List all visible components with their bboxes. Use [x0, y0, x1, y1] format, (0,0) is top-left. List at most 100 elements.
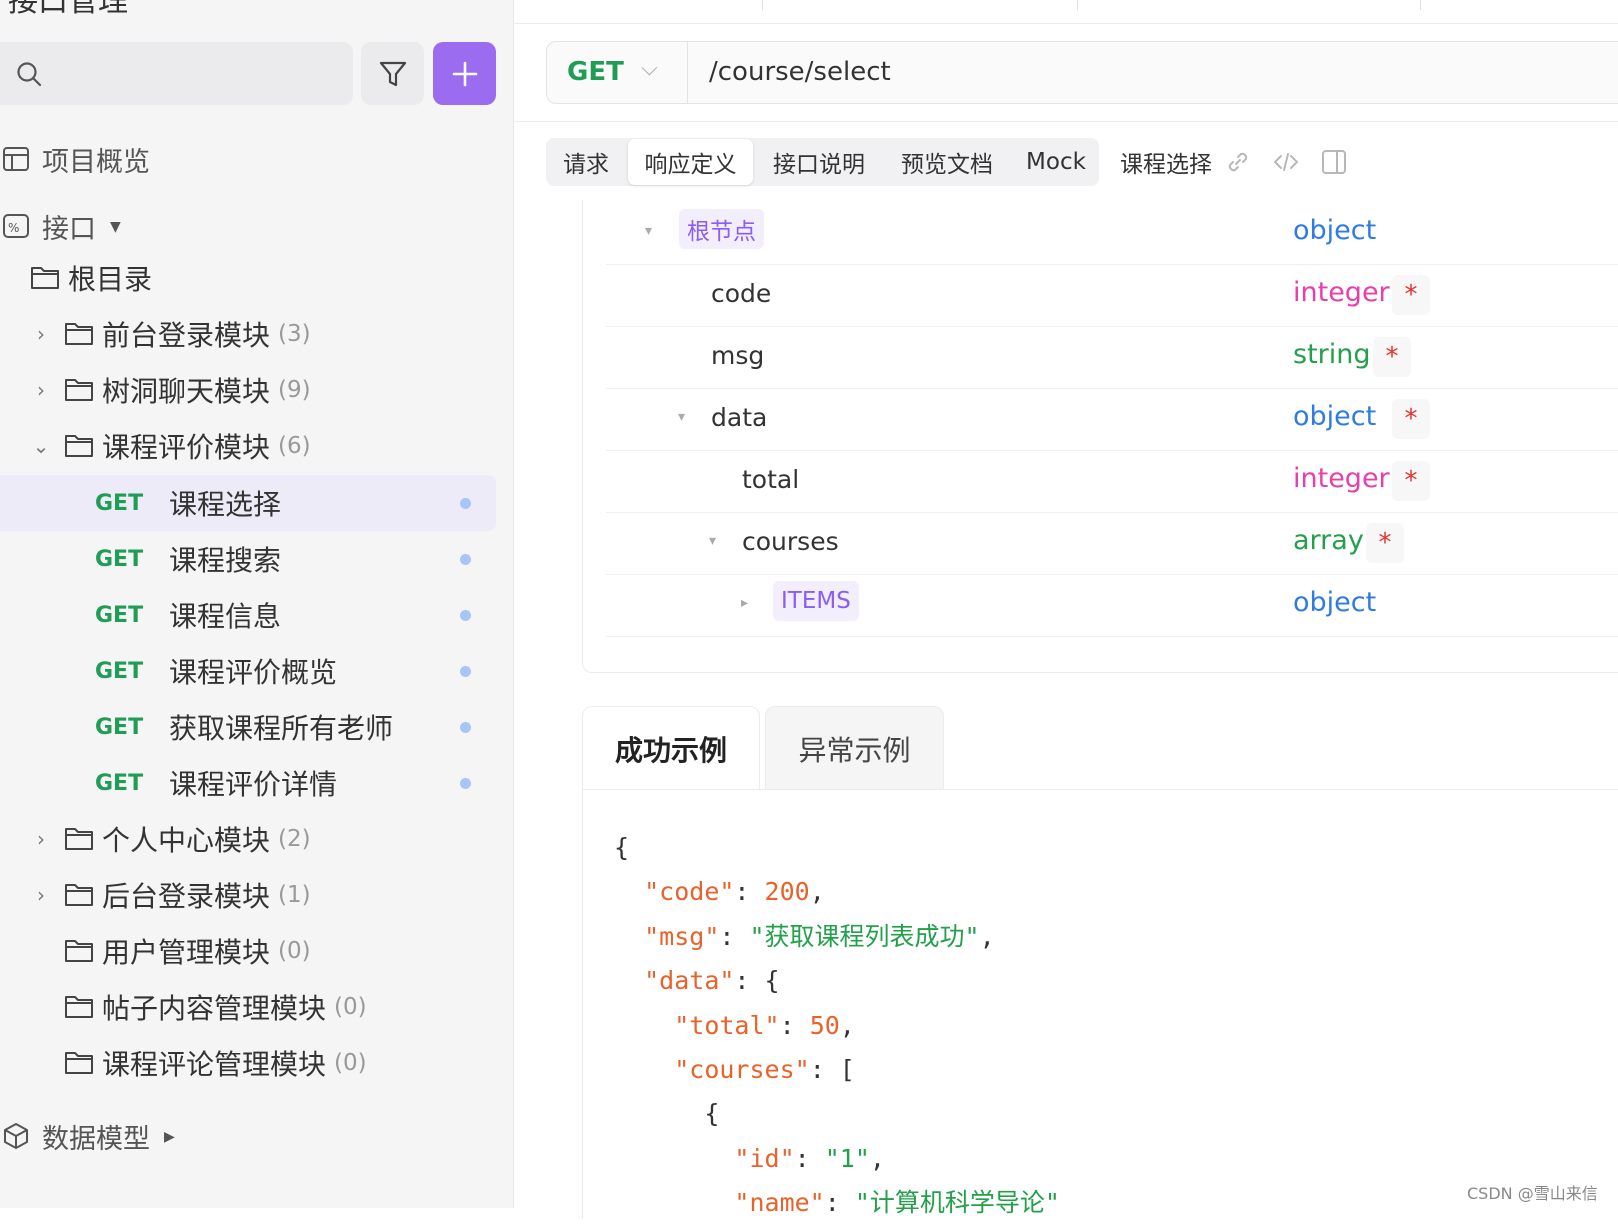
tree-folder-row[interactable]: ⌄ 课程评价模块 (6): [0, 418, 496, 474]
folder-count: (0): [278, 938, 311, 964]
chevron-right-icon[interactable]: ›: [30, 378, 52, 402]
method-select[interactable]: GET: [567, 57, 624, 87]
field-name[interactable]: code: [711, 279, 771, 308]
tree-folder-row[interactable]: ›根目录: [0, 250, 496, 306]
folder-icon: [64, 376, 96, 404]
field-type[interactable]: string: [1293, 339, 1371, 370]
api-item[interactable]: GET 课程搜索: [0, 531, 496, 587]
status-dot: [460, 666, 471, 677]
tab-separator: [762, 0, 763, 10]
tree-folder-row[interactable]: ›课程评论管理模块(0): [0, 1035, 496, 1091]
cube-icon: [2, 1122, 32, 1152]
schema-row: ▾ data object *: [606, 387, 1618, 451]
method-badge: GET: [95, 770, 144, 796]
tab-interface-description[interactable]: 接口说明: [757, 139, 881, 185]
status-dot: [460, 554, 471, 565]
required-toggle[interactable]: *: [1366, 523, 1404, 563]
chevron-right-icon[interactable]: ›: [30, 883, 52, 907]
field-name[interactable]: 根节点: [679, 209, 764, 249]
schema-row: ▸ ITEMS object: [606, 573, 1618, 637]
api-item[interactable]: GET 课程选择: [0, 475, 496, 531]
folder-label: 根目录: [68, 263, 153, 296]
link-icon[interactable]: [1224, 148, 1252, 176]
field-type[interactable]: integer: [1293, 277, 1390, 308]
folder-label: 用户管理模块: [102, 936, 271, 969]
tree-folder-row[interactable]: › 后台登录模块 (1): [0, 867, 496, 923]
method-badge: GET: [95, 658, 144, 684]
api-label: 课程评价概览: [169, 656, 338, 689]
caret-down-icon[interactable]: ▾: [709, 533, 716, 549]
tabstrip-divider: [514, 23, 1618, 24]
filter-button[interactable]: [361, 42, 424, 105]
code-icon[interactable]: [1272, 148, 1300, 176]
folder-count: (1): [278, 882, 311, 908]
required-toggle[interactable]: *: [1392, 275, 1430, 315]
schema-row: ▾ 根节点 object: [606, 201, 1618, 265]
tab-preview-doc[interactable]: 预览文档: [885, 139, 1009, 185]
field-name[interactable]: data: [711, 403, 767, 432]
folder-icon: [64, 937, 96, 965]
folder-label: 个人中心模块: [102, 824, 271, 857]
chevron-down-icon[interactable]: ⌄: [30, 434, 52, 458]
url-bar: GET ⌵ /course/select: [546, 41, 1618, 104]
chevron-down-icon[interactable]: ⌵: [641, 56, 658, 81]
tree-folder-row[interactable]: › 前台登录模块 (3): [0, 306, 496, 362]
caret-down-icon[interactable]: ▾: [645, 223, 652, 239]
field-type[interactable]: integer: [1293, 463, 1390, 494]
field-name[interactable]: msg: [711, 341, 764, 370]
caret-down-icon[interactable]: ▾: [678, 409, 685, 425]
method-badge: GET: [95, 714, 144, 740]
search-input[interactable]: [0, 42, 353, 105]
tab-response-definition[interactable]: 响应定义: [628, 139, 753, 185]
folder-count: (0): [334, 1050, 367, 1076]
folder-count: (2): [278, 826, 311, 852]
required-toggle[interactable]: *: [1373, 337, 1411, 377]
field-type[interactable]: object: [1293, 401, 1376, 432]
api-item[interactable]: GET 课程信息: [0, 587, 496, 643]
field-type[interactable]: object: [1293, 587, 1376, 618]
field-name[interactable]: ITEMS: [773, 581, 859, 621]
split-panel-icon[interactable]: [1320, 148, 1348, 176]
api-item[interactable]: GET 获取课程所有老师: [0, 699, 496, 755]
folder-count: (0): [334, 994, 367, 1020]
tree-folder-row[interactable]: › 树洞聊天模块 (9): [0, 362, 496, 418]
api-icon: %: [2, 212, 32, 242]
api-item[interactable]: GET 课程评价详情: [0, 755, 496, 811]
nav-label: 接口: [42, 214, 96, 245]
nav-label: 数据模型: [42, 1124, 150, 1155]
method-badge: GET: [95, 490, 144, 516]
schema-row: ▾ courses array *: [606, 511, 1618, 575]
tab-success-example[interactable]: 成功示例: [582, 706, 760, 790]
tab-request[interactable]: 请求: [548, 139, 624, 185]
nav-data-models[interactable]: 数据模型 ▶: [0, 1117, 175, 1156]
required-toggle[interactable]: *: [1392, 399, 1430, 439]
url-path-input[interactable]: /course/select: [709, 57, 891, 87]
sidebar-title: 接口管理: [8, 0, 128, 19]
folder-icon: [64, 993, 96, 1021]
plus-icon: [452, 61, 477, 86]
nav-project-overview[interactable]: 项目概览: [0, 140, 150, 179]
caret-right-icon[interactable]: ▸: [741, 595, 748, 611]
status-dot: [460, 610, 471, 621]
tree-folder-row[interactable]: › 个人中心模块 (2): [0, 811, 496, 867]
schema-row: code integer *: [606, 263, 1618, 327]
field-type[interactable]: object: [1293, 215, 1376, 246]
tab-separator: [1420, 0, 1421, 10]
schema-row: msg string *: [606, 325, 1618, 389]
add-button[interactable]: [433, 42, 496, 105]
tree-folder-row[interactable]: ›用户管理模块(0): [0, 923, 496, 979]
required-toggle[interactable]: *: [1392, 461, 1430, 501]
chevron-right-icon[interactable]: ›: [30, 322, 52, 346]
tree-folder-row[interactable]: ›帖子内容管理模块(0): [0, 979, 496, 1035]
folder-icon: [64, 432, 96, 460]
field-name[interactable]: total: [742, 465, 799, 494]
tab-error-example[interactable]: 异常示例: [765, 706, 944, 790]
field-name[interactable]: courses: [742, 527, 839, 556]
status-dot: [460, 778, 471, 789]
nav-interfaces[interactable]: % 接口 ▼: [0, 207, 121, 246]
field-type[interactable]: array: [1293, 525, 1364, 556]
section-divider: [514, 121, 1618, 122]
tab-mock[interactable]: Mock: [1013, 139, 1099, 185]
chevron-right-icon[interactable]: ›: [30, 827, 52, 851]
api-item[interactable]: GET 课程评价概览: [0, 643, 496, 699]
